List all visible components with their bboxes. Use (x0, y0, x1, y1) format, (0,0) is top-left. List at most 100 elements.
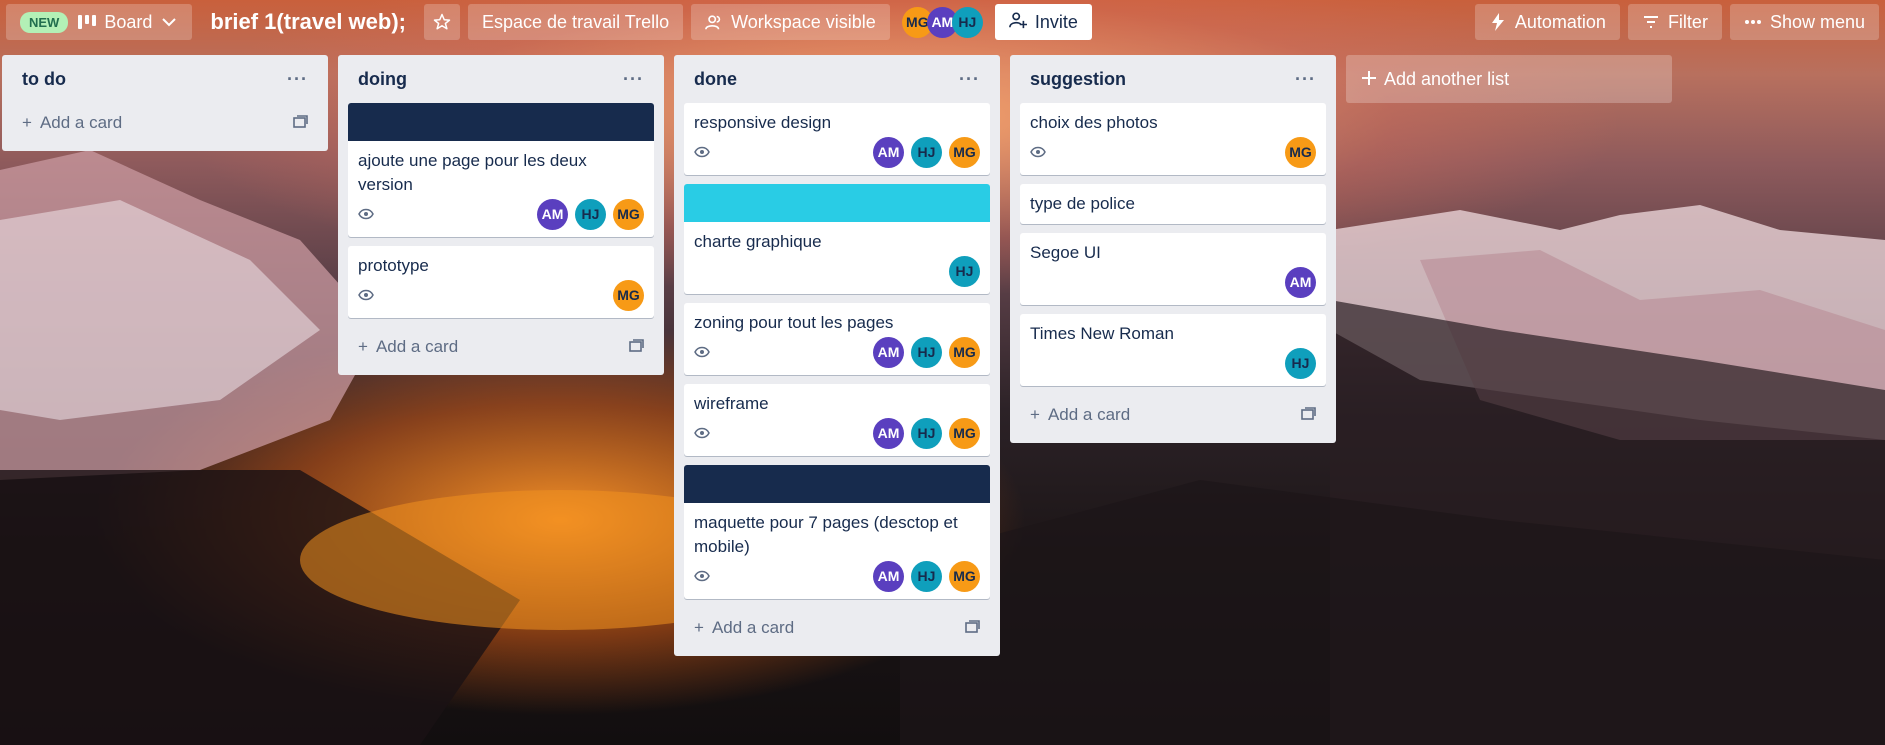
avatar[interactable]: MG (949, 417, 980, 449)
list-menu-icon[interactable]: ··· (287, 69, 308, 90)
card[interactable]: responsive design AM HJ MG (684, 103, 990, 175)
card[interactable]: maquette pour 7 pages (desctop et mobile… (684, 465, 990, 599)
list-menu-icon[interactable]: ··· (1295, 69, 1316, 90)
avatar[interactable]: AM (873, 560, 904, 592)
card-title: wireframe (694, 394, 769, 413)
avatar[interactable]: AM (873, 336, 904, 368)
card[interactable]: prototype MG (348, 246, 654, 318)
list-header[interactable]: suggestion ··· (1020, 55, 1326, 103)
card-title: charte graphique (694, 232, 822, 251)
avatar[interactable]: MG (613, 279, 644, 311)
workspace-button[interactable]: Espace de travail Trello (468, 4, 684, 40)
board-members: MG AM HJ (901, 6, 983, 38)
card-cover (684, 184, 990, 222)
card[interactable]: Segoe UI AM (1020, 233, 1326, 305)
avatar[interactable]: HJ (951, 6, 983, 38)
invite-label: Invite (1034, 11, 1078, 32)
avatar[interactable]: HJ (1285, 347, 1316, 379)
card[interactable]: wireframe AM HJ MG (684, 384, 990, 456)
eye-icon (694, 146, 710, 158)
card-template-icon[interactable] (965, 618, 980, 638)
add-card-label: Add a card (1047, 405, 1131, 424)
show-menu-button[interactable]: Show menu (1729, 4, 1879, 40)
avatar[interactable]: HJ (949, 255, 980, 287)
plus-icon: + (358, 337, 368, 356)
add-card-button[interactable]: + Add a card (1020, 395, 1326, 435)
list-header[interactable]: doing ··· (348, 55, 654, 103)
avatar[interactable]: AM (1285, 266, 1316, 298)
list-done: done ··· responsive design AM HJ MG char… (674, 55, 1000, 656)
list-title[interactable]: doing (358, 69, 407, 90)
list-title[interactable]: done (694, 69, 737, 90)
card-cover (684, 465, 990, 503)
list-title[interactable]: to do (22, 69, 66, 90)
add-card-label: Add a card (375, 337, 459, 356)
card[interactable]: zoning pour tout les pages AM HJ MG (684, 303, 990, 375)
avatar[interactable]: HJ (911, 560, 942, 592)
eye-icon (694, 570, 710, 582)
add-list-button[interactable]: Add another list (1346, 55, 1672, 103)
card-template-icon[interactable] (629, 337, 644, 357)
filter-button[interactable]: Filter (1627, 4, 1722, 40)
card[interactable]: type de police (1020, 184, 1326, 224)
add-card-button[interactable]: + Add a card (12, 103, 318, 143)
more-dots-icon (1744, 13, 1762, 31)
eye-icon (358, 208, 374, 220)
card-title: maquette pour 7 pages (desctop et mobile… (694, 513, 958, 556)
card-template-icon[interactable] (1301, 405, 1316, 425)
avatar[interactable]: MG (1285, 136, 1316, 168)
avatar[interactable]: MG (613, 198, 644, 230)
add-card-button[interactable]: + Add a card (348, 327, 654, 367)
eye-icon (694, 427, 710, 439)
list-menu-icon[interactable]: ··· (623, 69, 644, 90)
card-title: zoning pour tout les pages (694, 313, 894, 332)
avatar[interactable]: HJ (911, 336, 942, 368)
avatar[interactable]: MG (949, 336, 980, 368)
chevron-down-icon (160, 13, 178, 31)
card-template-icon[interactable] (293, 113, 308, 133)
card-title: prototype (358, 256, 429, 275)
list-header[interactable]: done ··· (684, 55, 990, 103)
avatar[interactable]: AM (537, 198, 568, 230)
avatar[interactable]: MG (949, 560, 980, 592)
star-board-button[interactable] (424, 4, 460, 40)
list-menu-icon[interactable]: ··· (959, 69, 980, 90)
card[interactable]: ajoute une page pour les deux version AM… (348, 103, 654, 237)
board-title[interactable]: brief 1(travel web); (200, 9, 416, 35)
new-badge: NEW (20, 11, 69, 33)
avatar[interactable]: AM (873, 417, 904, 449)
visibility-label: Workspace visible (731, 11, 876, 32)
board-view-label: Board (104, 11, 153, 32)
lightning-icon (1489, 13, 1507, 31)
list-doing: doing ··· ajoute une page pour les deux … (338, 55, 664, 375)
list-to-do: to do ··· + Add a card (2, 55, 328, 151)
card[interactable]: choix des photos MG (1020, 103, 1326, 175)
avatar[interactable]: MG (949, 136, 980, 168)
list-header[interactable]: to do ··· (12, 55, 318, 103)
add-card-button[interactable]: + Add a card (684, 608, 990, 648)
card-cover (348, 103, 654, 141)
card-title: Times New Roman (1030, 324, 1174, 343)
filter-icon (1642, 13, 1660, 31)
invite-button[interactable]: Invite (994, 4, 1092, 40)
visibility-button[interactable]: Workspace visible (691, 4, 890, 40)
workspace-label: Espace de travail Trello (482, 11, 670, 32)
show-menu-label: Show menu (1769, 11, 1865, 32)
card-title: type de police (1030, 194, 1135, 213)
avatar[interactable]: HJ (575, 198, 606, 230)
board-view-switcher[interactable]: NEW Board (6, 4, 193, 40)
card[interactable]: charte graphique HJ (684, 184, 990, 294)
filter-label: Filter (1667, 11, 1708, 32)
avatar[interactable]: HJ (911, 136, 942, 168)
avatar[interactable]: AM (873, 136, 904, 168)
card-title: ajoute une page pour les deux version (358, 151, 587, 194)
automation-button[interactable]: Automation (1474, 4, 1620, 40)
list-suggestion: suggestion ··· choix des photos MG type … (1010, 55, 1336, 443)
plus-icon: + (1030, 405, 1040, 424)
board-header: NEW Board brief 1(travel web); Espace de… (0, 0, 1885, 44)
add-card-label: Add a card (39, 113, 123, 132)
list-title[interactable]: suggestion (1030, 69, 1126, 90)
avatar[interactable]: HJ (911, 417, 942, 449)
eye-icon (1030, 146, 1046, 158)
card[interactable]: Times New Roman HJ (1020, 314, 1326, 386)
